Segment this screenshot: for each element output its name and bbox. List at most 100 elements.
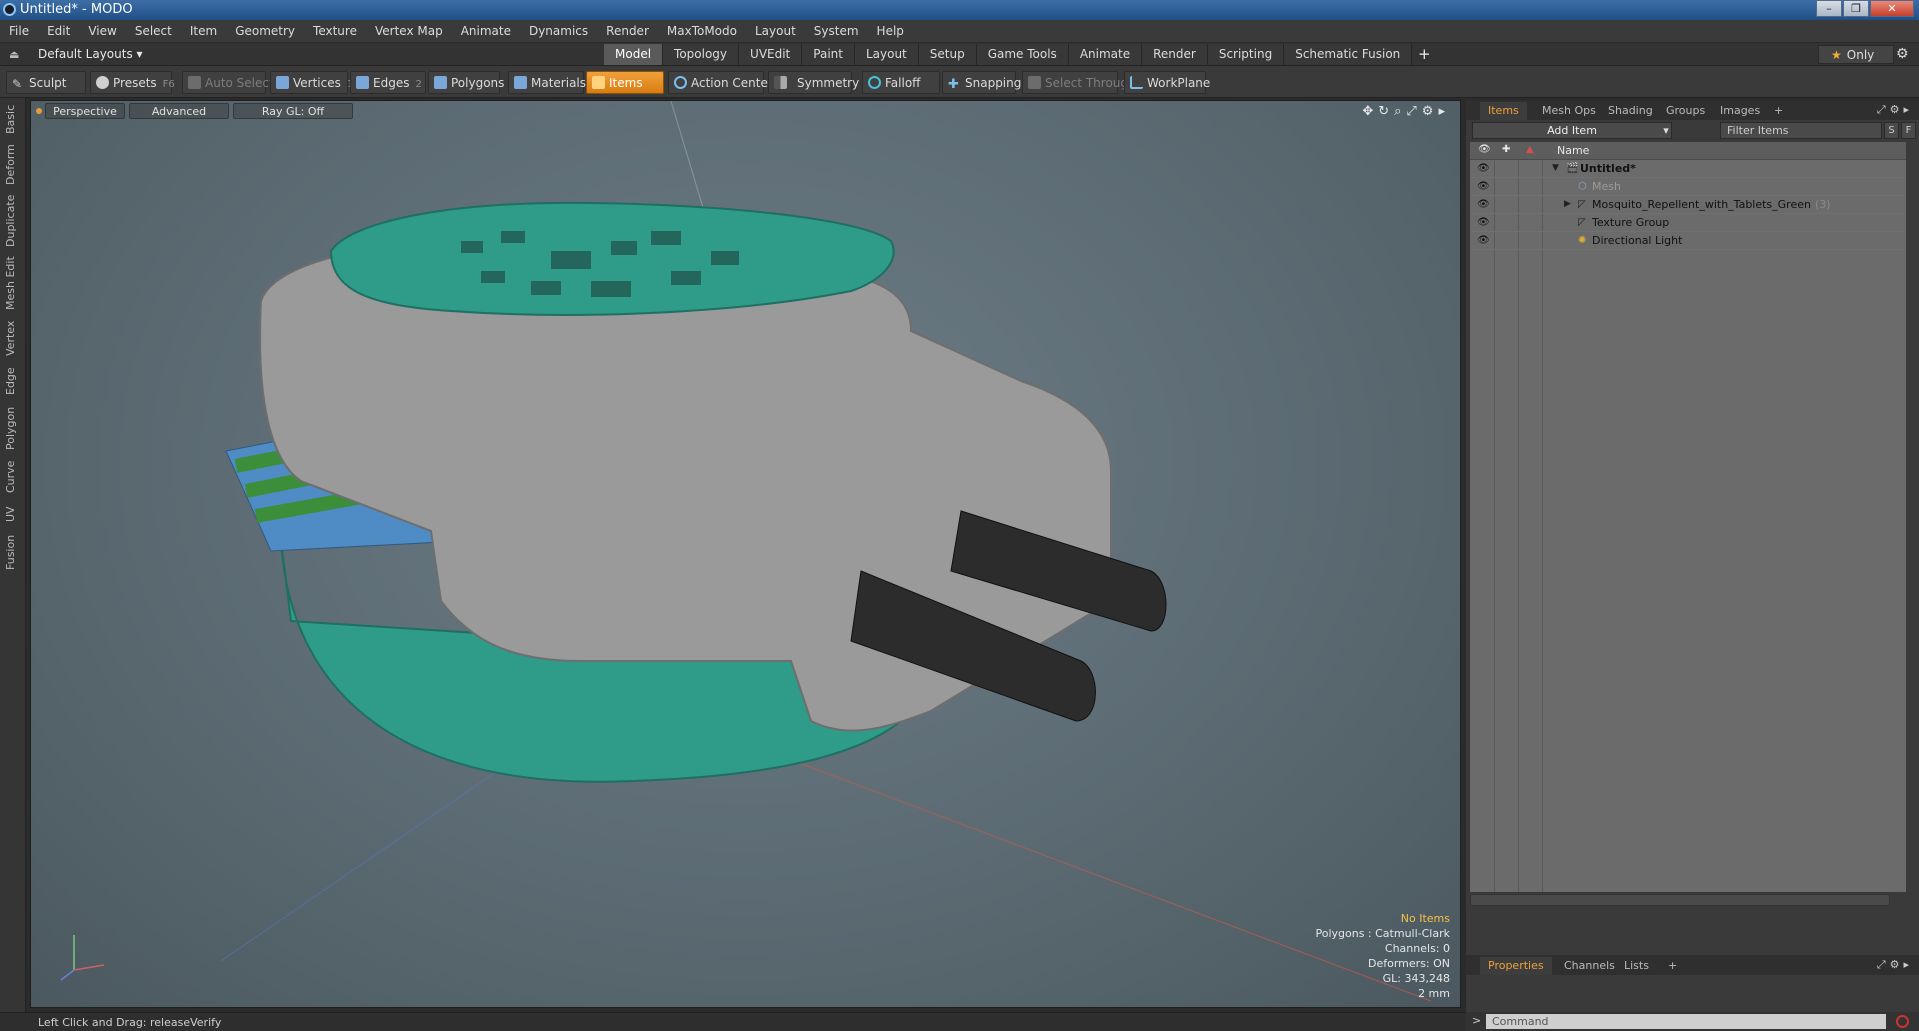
symmetry-button[interactable]: Symmetry — [768, 71, 859, 94]
locator-icon: ◸ — [1578, 199, 1586, 210]
chevron-down-icon[interactable]: ▾ — [1660, 123, 1672, 138]
menu-select[interactable]: Select — [126, 24, 181, 38]
eye-icon[interactable]: 👁 — [1477, 217, 1490, 228]
render-column-icon[interactable]: ▲ — [1526, 144, 1534, 155]
record-icon[interactable] — [1896, 1015, 1909, 1028]
lock-column-icon[interactable]: ✚ — [1502, 144, 1510, 155]
tab-properties[interactable]: Properties — [1480, 957, 1552, 975]
tab-channels[interactable]: Channels — [1556, 957, 1623, 975]
only-button[interactable]: ★ Only — [1818, 45, 1894, 64]
tab-mesh-ops[interactable]: Mesh Ops — [1534, 102, 1604, 120]
falloff-button[interactable]: Falloff — [862, 71, 940, 94]
snapping-button[interactable]: ✚ Snapping — [942, 71, 1021, 94]
eye-icon[interactable]: 👁 — [1477, 163, 1490, 174]
tab-paint[interactable]: Paint — [802, 44, 855, 65]
expand-arrow-icon[interactable]: ▼ — [1552, 163, 1559, 173]
tab-scripting[interactable]: Scripting — [1207, 44, 1285, 65]
eye-icon[interactable]: 👁 — [1477, 199, 1490, 210]
tab-groups[interactable]: Groups — [1658, 102, 1713, 120]
f-button[interactable]: F — [1901, 122, 1916, 139]
vtab-basic[interactable]: Basic — [4, 102, 22, 136]
tab-animate[interactable]: Animate — [1068, 44, 1143, 65]
tab-lists[interactable]: Lists — [1616, 957, 1657, 975]
items-button[interactable]: Items — [586, 71, 664, 94]
action-center-button[interactable]: Action Center — [668, 71, 773, 94]
tree-item-label: Untitled* — [1580, 162, 1636, 175]
menu-geometry[interactable]: Geometry — [226, 24, 304, 38]
visibility-column-icon[interactable]: 👁 — [1478, 144, 1491, 155]
panel-options-icon[interactable]: ⤢⚙▸ — [1877, 958, 1913, 972]
maximize-button[interactable]: ❐ — [1843, 0, 1869, 17]
menu-item[interactable]: Item — [181, 24, 226, 38]
menu-help[interactable]: Help — [868, 24, 913, 38]
vtab-fusion[interactable]: Fusion — [4, 532, 22, 572]
minimize-button[interactable]: – — [1816, 0, 1842, 17]
tree-row[interactable]: 👁 ◸ Texture Group — [1470, 214, 1906, 232]
tree-row[interactable]: 👁 ▼ 🎬 Untitled* — [1470, 160, 1906, 178]
vtab-edge[interactable]: Edge — [4, 364, 22, 398]
sculpt-button[interactable]: ✎ Sculpt — [6, 71, 86, 94]
vtab-curve[interactable]: Curve — [4, 458, 22, 496]
tab-game-tools[interactable]: Game Tools — [976, 44, 1069, 65]
vtab-deform[interactable]: Deform — [4, 144, 22, 186]
menu-maxtomodo[interactable]: MaxToModo — [658, 24, 746, 38]
vtab-duplicate[interactable]: Duplicate — [4, 194, 22, 248]
menu-edit[interactable]: Edit — [38, 24, 79, 38]
vertices-button[interactable]: Vertices1 — [270, 71, 353, 94]
3d-viewport[interactable]: Perspective Advanced Ray GL: Off ✥↻⌕⤢⚙▸ — [30, 100, 1461, 1008]
tab-shading[interactable]: Shading — [1600, 102, 1661, 120]
tab-layout[interactable]: Layout — [854, 44, 919, 65]
menu-system[interactable]: System — [805, 24, 868, 38]
vtab-vertex[interactable]: Vertex — [4, 318, 22, 358]
tree-item-name: Mosquito_Repellent_with_Tablets_Green — [1592, 198, 1811, 211]
tree-row[interactable]: 👁 ⬡ Mesh — [1470, 178, 1906, 196]
workplane-button[interactable]: WorkPlane — [1124, 71, 1210, 94]
tab-model[interactable]: Model — [604, 44, 664, 65]
tab-setup[interactable]: Setup — [918, 44, 977, 65]
tab-topology[interactable]: Topology — [663, 44, 740, 65]
filter-items-input[interactable]: Filter Items — [1720, 122, 1882, 139]
tab-render[interactable]: Render — [1142, 44, 1208, 65]
tab-images[interactable]: Images — [1712, 102, 1768, 120]
presets-button[interactable]: Presets F6 — [90, 71, 175, 94]
materials-button[interactable]: Materials — [508, 71, 586, 94]
add-tab-button[interactable]: + — [1412, 44, 1436, 65]
scene-render — [220, 101, 1432, 1002]
eye-icon[interactable]: 👁 — [1477, 181, 1490, 192]
name-column-header[interactable]: Name — [1557, 144, 1589, 157]
action-center-label: Action Center — [691, 76, 773, 90]
tree-horizontal-scrollbar[interactable] — [1470, 894, 1890, 906]
add-panel-tab-icon[interactable]: + — [1660, 957, 1685, 975]
s-button[interactable]: S — [1884, 122, 1899, 139]
menu-vertex-map[interactable]: Vertex Map — [366, 24, 452, 38]
menu-texture[interactable]: Texture — [304, 24, 366, 38]
menu-dynamics[interactable]: Dynamics — [520, 24, 597, 38]
tree-row[interactable]: 👁 ▶ ◸ Mosquito_Repellent_with_Tablets_Gr… — [1470, 196, 1906, 214]
layout-toggle-icon[interactable]: ⏏ — [9, 48, 19, 61]
tab-uvedit[interactable]: UVEdit — [739, 44, 803, 65]
vtab-mesh-edit[interactable]: Mesh Edit — [4, 256, 22, 310]
tree-row[interactable]: 👁 ✺ Directional Light — [1470, 232, 1906, 250]
polygons-button[interactable]: Polygons — [428, 71, 504, 94]
menu-file[interactable]: File — [0, 24, 38, 38]
expand-arrow-icon[interactable]: ▶ — [1564, 199, 1571, 209]
close-button[interactable]: ✕ — [1870, 0, 1914, 17]
tab-schematic-fusion[interactable]: Schematic Fusion — [1284, 44, 1413, 65]
vtab-polygon[interactable]: Polygon — [4, 404, 22, 452]
menu-render[interactable]: Render — [597, 24, 658, 38]
vtab-uv[interactable]: UV — [4, 502, 22, 526]
command-input[interactable]: Command — [1486, 1014, 1886, 1029]
auto-select-button[interactable]: Auto Select — [182, 71, 274, 94]
tab-items[interactable]: Items — [1480, 102, 1527, 120]
gear-icon[interactable]: ⚙ — [1896, 46, 1909, 62]
menu-view[interactable]: View — [79, 24, 125, 38]
panel-options-icon[interactable]: ⤢⚙▸ — [1877, 103, 1913, 117]
edges-button[interactable]: Edges 2 — [350, 71, 426, 94]
menu-animate[interactable]: Animate — [452, 24, 520, 38]
menu-layout[interactable]: Layout — [746, 24, 805, 38]
add-item-button[interactable]: Add Item ▾ — [1472, 122, 1672, 139]
add-panel-tab-icon[interactable]: + — [1766, 102, 1791, 120]
layout-selector[interactable]: Default Layouts ▾ — [38, 47, 143, 61]
eye-icon[interactable]: 👁 — [1477, 235, 1490, 246]
select-through-button[interactable]: Select Through — [1022, 71, 1136, 94]
